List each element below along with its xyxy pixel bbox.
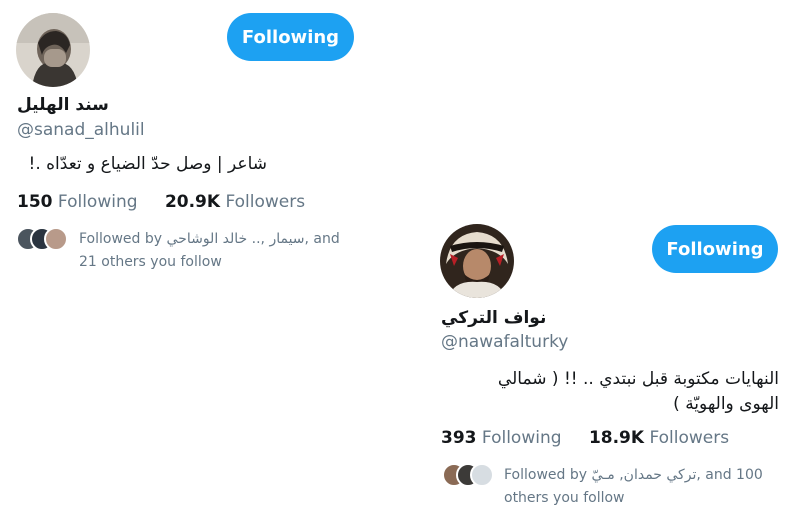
bio-line-2: الهوى والهويّة ) (673, 394, 779, 414)
following-count: 393 (441, 428, 477, 448)
profile-stats: 150 Following 20.9K Followers (17, 192, 327, 212)
profile-card-sanad[interactable]: Following سند الهليل @sanad_alhulil شاعر… (0, 0, 380, 290)
handle[interactable]: @nawafalturky (441, 332, 568, 352)
followers-count: 20.9K (164, 192, 221, 212)
followers-stat[interactable]: 18.9K Followers (589, 428, 729, 448)
followers-count: 18.9K (588, 428, 645, 448)
display-name[interactable]: نواف التركي (441, 308, 546, 328)
following-button[interactable]: Following (652, 225, 778, 273)
following-stat[interactable]: 393 Following (441, 428, 562, 448)
handle[interactable]: @sanad_alhulil (17, 120, 145, 140)
followed-by-line-1: Followed by ﺳﻴﻤﺎﺭ ,.. ﺧﺎﻟﺪ ﺍﻟﻮﺷﺎﺣﻲ, and (79, 231, 340, 247)
profile-card-nawaf[interactable]: Following نواف التركي @nawafalturky النه… (424, 210, 787, 512)
following-label: Following (481, 428, 562, 448)
avatar[interactable] (440, 224, 514, 298)
followers-label: Followers (649, 428, 730, 448)
bio-line-1: النهايات مكتوبة قبل نبتدي .. !! ( شمالي (497, 369, 779, 389)
bio: النهايات مكتوبة قبل نبتدي .. !! ( شمالي … (441, 367, 779, 417)
followed-by-line-2: 21 others you follow (79, 254, 222, 270)
followers-label: Followers (225, 192, 306, 212)
following-label: Following (57, 192, 138, 212)
followed-by-text[interactable]: Followed by ﺳﻴﻤﺎﺭ ,.. ﺧﺎﻟﺪ ﺍﻟﻮﺷﺎﺣﻲ, and … (79, 228, 379, 274)
following-count: 150 (17, 192, 53, 212)
following-stat[interactable]: 150 Following (17, 192, 138, 212)
mutual-avatar-3 (44, 227, 68, 251)
followers-stat[interactable]: 20.9K Followers (165, 192, 305, 212)
bio: شاعر | وصل حدّ الضياع و تعدّاه .! (28, 154, 267, 174)
avatar[interactable] (16, 13, 90, 87)
display-name[interactable]: سند الهليل (17, 95, 109, 115)
following-button[interactable]: Following (227, 13, 354, 61)
mutual-avatar-3 (470, 463, 494, 487)
followed-by-line-2: others you follow (504, 490, 625, 506)
profile-stats: 393 Following 18.9K Followers (441, 428, 751, 448)
followed-by-text[interactable]: Followed by ﺗﺮﻛﻲ ﺣﻤﺪﺍﻥ, ﻣـﻲّ, and 100 ot… (504, 464, 784, 510)
followed-by-line-1: Followed by ﺗﺮﻛﻲ ﺣﻤﺪﺍﻥ, ﻣـﻲّ, and 100 (504, 467, 763, 483)
